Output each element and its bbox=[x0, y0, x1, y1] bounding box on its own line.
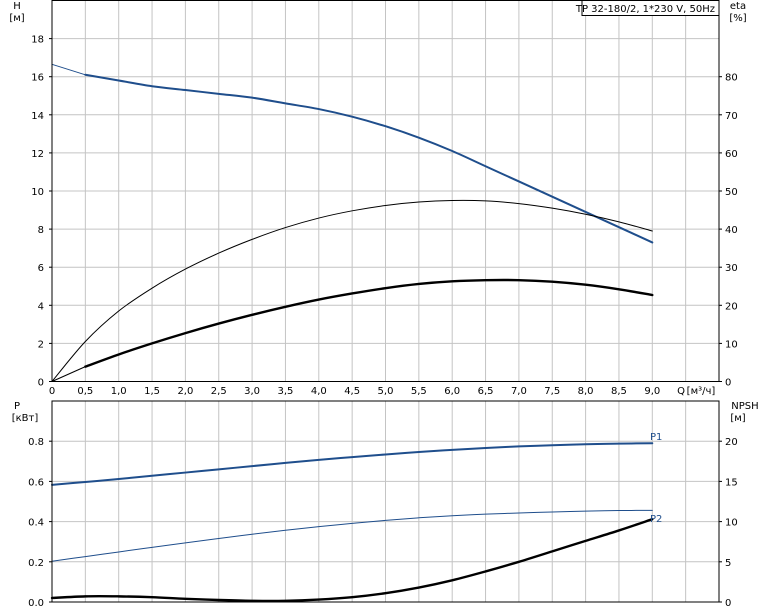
x-axis-tick-label: 5,0 bbox=[378, 386, 394, 397]
right-axis-tick-label: 10 bbox=[725, 339, 738, 350]
p2-series-label: P2 bbox=[650, 514, 662, 525]
x-axis-tick-label: 7,0 bbox=[511, 386, 527, 397]
npsh-axis-unit: [м] bbox=[730, 413, 745, 424]
x-axis-tick-label: 2,0 bbox=[177, 386, 193, 397]
right-axis-tick-label: 20 bbox=[725, 301, 738, 312]
left-axis-tick-label: 2 bbox=[38, 339, 44, 350]
left-axis-tick-label: 18 bbox=[31, 35, 44, 46]
chart-title: TP 32-180/2, 1*230 V, 50Hz bbox=[575, 4, 715, 15]
eta-axis-label: eta bbox=[730, 1, 746, 12]
x-axis-tick-label: 7,5 bbox=[544, 386, 560, 397]
x-axis-tick-label: 6,5 bbox=[478, 386, 494, 397]
left-axis-tick-label: 0.4 bbox=[28, 518, 44, 529]
left-axis-tick-label: 6 bbox=[38, 263, 44, 274]
head-axis-unit: [м] bbox=[9, 13, 24, 24]
right-axis-tick-label: 0 bbox=[725, 378, 731, 389]
text-layer: TP 32-180/2, 1*230 V, 50Hz H [м] eta [%]… bbox=[9, 0, 759, 609]
left-axis-tick-label: 0.0 bbox=[28, 598, 44, 609]
x-axis-tick-label: 9,0 bbox=[644, 386, 660, 397]
right-axis-tick-label: 5 bbox=[725, 558, 731, 569]
head-axis-label: H bbox=[13, 1, 21, 12]
left-axis-tick-label: 12 bbox=[31, 149, 44, 160]
series-line-h bbox=[84, 73, 654, 244]
left-axis-tick-label: 16 bbox=[31, 73, 44, 84]
x-axis-tick-label: 6,0 bbox=[444, 386, 460, 397]
flow-axis-unit: [м³/ч] bbox=[687, 386, 716, 397]
left-axis-tick-label: 0.6 bbox=[28, 477, 44, 488]
series-line-eta_hydr bbox=[84, 278, 654, 368]
left-axis-tick-label: 0 bbox=[38, 378, 44, 389]
lower-chart-grid bbox=[52, 401, 719, 602]
right-axis-tick-label: 10 bbox=[725, 518, 738, 529]
eta-axis-unit: [%] bbox=[729, 13, 746, 24]
x-axis-tick-label: 1,0 bbox=[111, 386, 127, 397]
x-axis-tick-label: 8,5 bbox=[611, 386, 627, 397]
x-axis-tick-label: 5,5 bbox=[411, 386, 427, 397]
left-axis-tick-label: 0.8 bbox=[28, 437, 44, 448]
left-axis-tick-label: 8 bbox=[38, 225, 44, 236]
flow-axis-label: Q bbox=[677, 386, 685, 397]
right-axis-tick-label: 40 bbox=[725, 225, 738, 236]
right-axis-tick-label: 20 bbox=[725, 437, 738, 448]
series-line-eta_start bbox=[51, 366, 86, 382]
x-axis-tick-label: 1,5 bbox=[144, 386, 160, 397]
right-axis-tick-label: 30 bbox=[725, 263, 738, 274]
x-axis-tick-label: 8,0 bbox=[578, 386, 594, 397]
power-axis-label: P bbox=[14, 401, 20, 412]
x-axis-tick-label: 4,0 bbox=[311, 386, 327, 397]
x-axis-tick-label: 3,5 bbox=[277, 386, 293, 397]
x-axis-tick-label: 3,0 bbox=[244, 386, 260, 397]
right-axis-tick-label: 60 bbox=[725, 149, 738, 160]
series-line-h_thin bbox=[51, 63, 86, 76]
x-axis-tick-label: 4,5 bbox=[344, 386, 360, 397]
right-axis-tick-label: 15 bbox=[725, 477, 738, 488]
left-axis-tick-label: 10 bbox=[31, 187, 44, 198]
x-axis-tick-label: 0 bbox=[49, 386, 55, 397]
power-axis-unit: [кВт] bbox=[12, 413, 39, 424]
left-axis-tick-label: 0.2 bbox=[28, 558, 44, 569]
p1-series-label: P1 bbox=[650, 432, 662, 443]
right-axis-tick-label: 50 bbox=[725, 187, 738, 198]
x-axis-tick-label: 2,5 bbox=[211, 386, 227, 397]
npsh-axis-label: NPSH bbox=[731, 401, 758, 412]
pump-performance-chart: TP 32-180/2, 1*230 V, 50Hz H [м] eta [%]… bbox=[9, 0, 759, 609]
upper-chart-grid bbox=[52, 0, 719, 382]
right-axis-tick-label: 0 bbox=[725, 598, 731, 609]
right-axis-tick-label: 70 bbox=[725, 111, 738, 122]
left-axis-tick-label: 4 bbox=[38, 301, 44, 312]
left-axis-tick-label: 14 bbox=[31, 111, 44, 122]
right-axis-tick-label: 80 bbox=[725, 73, 738, 84]
x-axis-tick-label: 0,5 bbox=[77, 386, 93, 397]
